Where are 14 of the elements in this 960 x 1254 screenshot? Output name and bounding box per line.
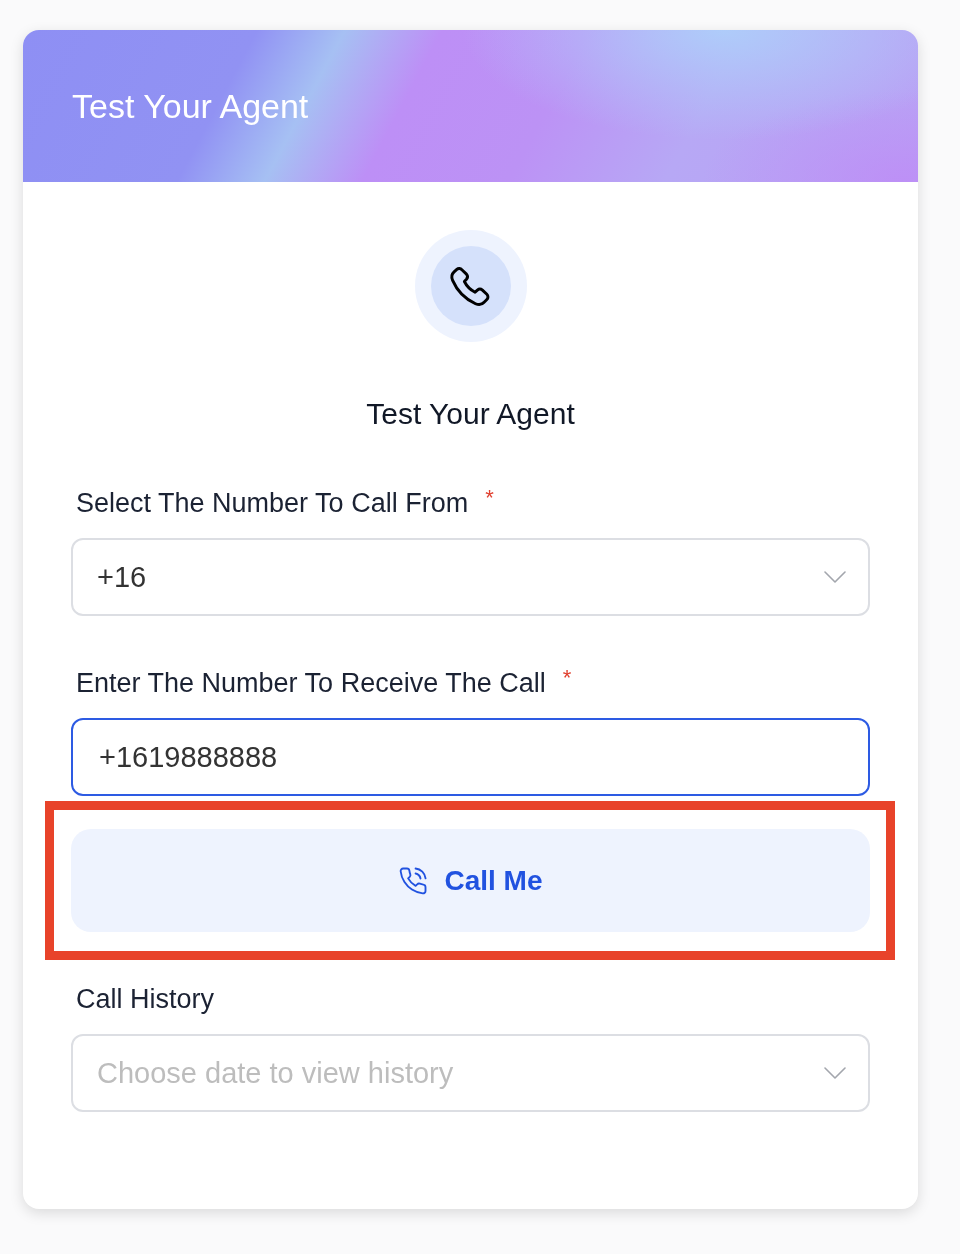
chevron-down-icon [824, 571, 846, 583]
field-label: Enter The Number To Receive The Call [76, 667, 546, 699]
call-me-button[interactable]: Call Me [71, 829, 870, 932]
required-mark: * [485, 487, 494, 509]
phone-call-icon [398, 865, 429, 896]
phone-input-field[interactable]: +1619888888 [71, 718, 870, 796]
header-title: Test Your Agent [72, 86, 309, 126]
field-label: Call History [76, 983, 215, 1015]
chevron-down-icon [824, 1067, 846, 1079]
phone-icon [414, 230, 527, 342]
required-mark: * [562, 667, 572, 689]
section-title: Test Your Agent [366, 396, 575, 432]
field-label: Select The Number To Call From [76, 487, 469, 519]
number-select[interactable]: +16 [71, 538, 870, 616]
